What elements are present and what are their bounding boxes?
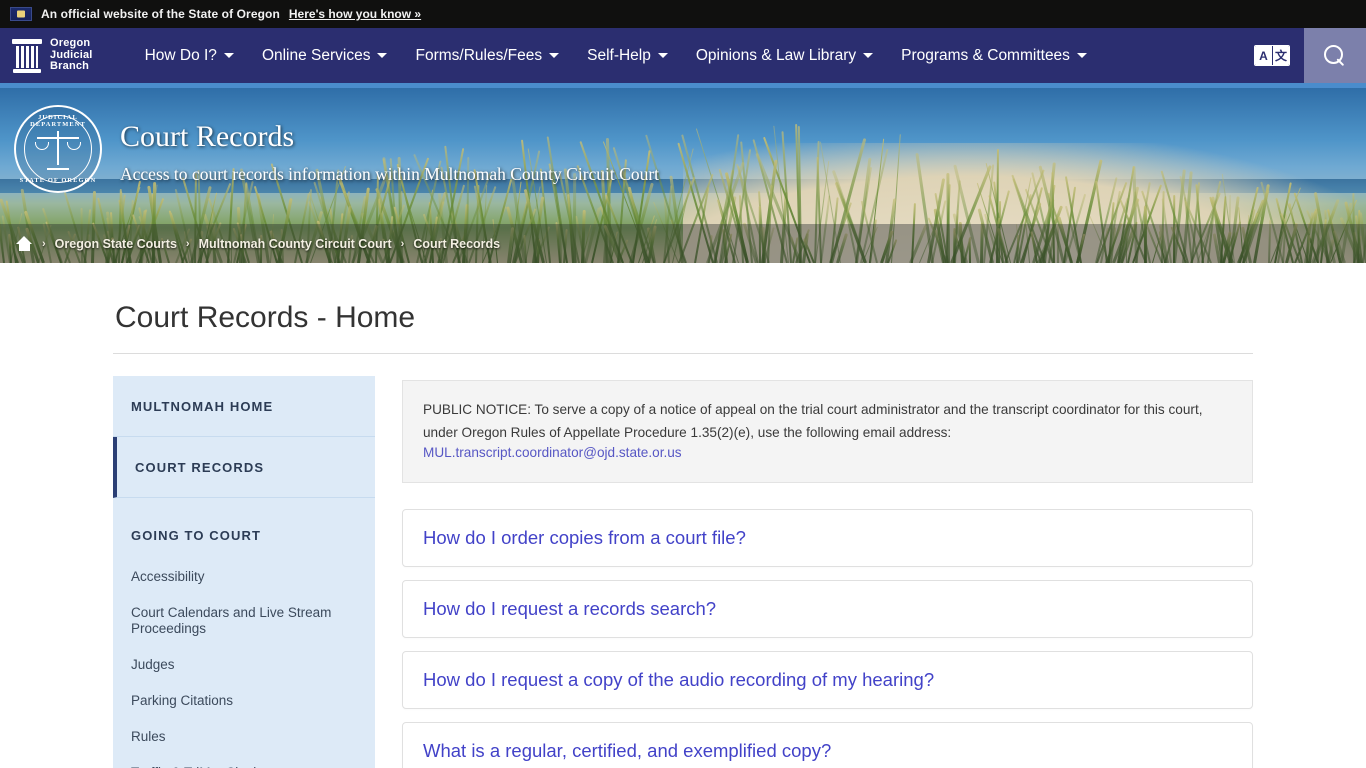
sidebar-link-judges[interactable]: Judges xyxy=(113,647,375,683)
accordion-item-copy-types[interactable]: What is a regular, certified, and exempl… xyxy=(402,722,1253,768)
public-notice-line-2: under Oregon Rules of Appellate Procedur… xyxy=(423,422,1232,445)
home-icon[interactable] xyxy=(16,236,33,251)
nav-item-self-help[interactable]: Self-Help xyxy=(573,28,682,83)
sidebar-item-multnomah-home[interactable]: MULTNOMAH HOME xyxy=(113,376,375,437)
nav-item-online-services[interactable]: Online Services xyxy=(248,28,402,83)
nav-item-label: Opinions & Law Library xyxy=(696,47,856,65)
hero-title: Court Records xyxy=(120,120,659,154)
accordion-item-audio-recording[interactable]: How do I request a copy of the audio rec… xyxy=(402,651,1253,709)
search-button[interactable] xyxy=(1304,28,1366,83)
page-body: Court Records - Home MULTNOMAH HOME COUR… xyxy=(0,263,1366,768)
accordion-label: What is a regular, certified, and exempl… xyxy=(423,740,831,761)
chevron-down-icon xyxy=(1077,53,1087,58)
seal-top-text: JUDICIAL DEPARTMENT xyxy=(16,114,100,128)
page-title: Court Records - Home xyxy=(115,263,1253,353)
breadcrumb-item-court-records: Court Records xyxy=(413,237,500,251)
main-navigation-bar: Oregon Judicial Branch How Do I? Online … xyxy=(0,28,1366,88)
accordion-item-order-copies[interactable]: How do I order copies from a court file? xyxy=(402,509,1253,567)
chevron-down-icon xyxy=(377,53,387,58)
breadcrumb: › Oregon State Courts › Multnomah County… xyxy=(0,224,1366,263)
courthouse-column-icon xyxy=(12,39,42,73)
seal-bottom-text: STATE OF OREGON xyxy=(16,177,100,184)
sidebar-navigation: MULTNOMAH HOME COURT RECORDS GOING TO CO… xyxy=(113,376,375,768)
transcript-coordinator-email-link[interactable]: MUL.transcript.coordinator@ojd.state.or.… xyxy=(423,445,682,460)
oregon-judicial-branch-logo[interactable]: Oregon Judicial Branch xyxy=(0,28,107,83)
lang-cjk-char: 文 xyxy=(1272,46,1289,65)
oregon-flag-icon xyxy=(10,7,32,21)
public-notice-box: PUBLIC NOTICE: To serve a copy of a noti… xyxy=(402,380,1253,483)
translate-icon: A 文 xyxy=(1254,45,1290,66)
search-icon xyxy=(1324,45,1346,67)
chevron-down-icon xyxy=(658,53,668,58)
nav-item-label: Self-Help xyxy=(587,47,651,65)
sidebar-link-court-calendars[interactable]: Court Calendars and Live Stream Proceedi… xyxy=(113,595,375,647)
hero-text-block: Court Records Access to court records in… xyxy=(120,120,659,185)
accordion-item-records-search[interactable]: How do I request a records search? xyxy=(402,580,1253,638)
public-notice-line-1: PUBLIC NOTICE: To serve a copy of a noti… xyxy=(423,399,1232,422)
accordion-label: How do I order copies from a court file? xyxy=(423,527,746,548)
hero-banner: JUDICIAL DEPARTMENT STATE OF OREGON Cour… xyxy=(0,88,1366,263)
chevron-down-icon xyxy=(863,53,873,58)
language-toggle-button[interactable]: A 文 xyxy=(1240,28,1304,83)
accordion-label: How do I request a copy of the audio rec… xyxy=(423,669,934,690)
scales-of-justice-seal-icon: JUDICIAL DEPARTMENT STATE OF OREGON xyxy=(14,105,102,193)
brand-text: Oregon Judicial Branch xyxy=(50,38,93,73)
chevron-down-icon xyxy=(224,53,234,58)
breadcrumb-item-multnomah-county-circuit-court[interactable]: Multnomah County Circuit Court xyxy=(199,237,392,251)
nav-item-how-do-i[interactable]: How Do I? xyxy=(131,28,248,83)
sidebar-link-traffic-trimet-citations[interactable]: Traffic & TriMet Citations xyxy=(113,755,375,768)
gov-banner-text: An official website of the State of Oreg… xyxy=(41,7,280,21)
sidebar-link-parking-citations[interactable]: Parking Citations xyxy=(113,683,375,719)
brand-line-1: Oregon xyxy=(50,37,90,49)
breadcrumb-item-oregon-state-courts[interactable]: Oregon State Courts xyxy=(55,237,177,251)
nav-item-forms-rules-fees[interactable]: Forms/Rules/Fees xyxy=(401,28,573,83)
nav-item-label: How Do I? xyxy=(145,47,217,65)
nav-item-label: Programs & Committees xyxy=(901,47,1070,65)
sidebar-item-court-records[interactable]: COURT RECORDS xyxy=(113,437,375,498)
nav-links: How Do I? Online Services Forms/Rules/Fe… xyxy=(131,28,1101,83)
brand-line-2: Judicial xyxy=(50,49,93,61)
breadcrumb-separator: › xyxy=(186,238,190,250)
breadcrumb-separator: › xyxy=(42,238,46,250)
how-you-know-link[interactable]: Here's how you know » xyxy=(289,7,421,21)
accordion-label: How do I request a records search? xyxy=(423,598,716,619)
breadcrumb-separator: › xyxy=(401,238,405,250)
nav-item-label: Forms/Rules/Fees xyxy=(415,47,542,65)
official-government-banner: An official website of the State of Oreg… xyxy=(0,0,1366,28)
main-content: PUBLIC NOTICE: To serve a copy of a noti… xyxy=(402,376,1253,768)
sidebar-group-going-to-court: GOING TO COURT xyxy=(113,498,375,559)
nav-item-label: Online Services xyxy=(262,47,371,65)
chevron-down-icon xyxy=(549,53,559,58)
nav-item-programs-committees[interactable]: Programs & Committees xyxy=(887,28,1101,83)
brand-line-3: Branch xyxy=(50,60,89,72)
sidebar-link-accessibility[interactable]: Accessibility xyxy=(113,559,375,595)
lang-latin-char: A xyxy=(1255,46,1272,65)
nav-item-opinions-law-library[interactable]: Opinions & Law Library xyxy=(682,28,887,83)
sidebar-link-rules[interactable]: Rules xyxy=(113,719,375,755)
title-divider xyxy=(113,353,1253,354)
hero-subtitle: Access to court records information with… xyxy=(120,164,659,185)
nav-right-controls: A 文 xyxy=(1240,28,1366,83)
